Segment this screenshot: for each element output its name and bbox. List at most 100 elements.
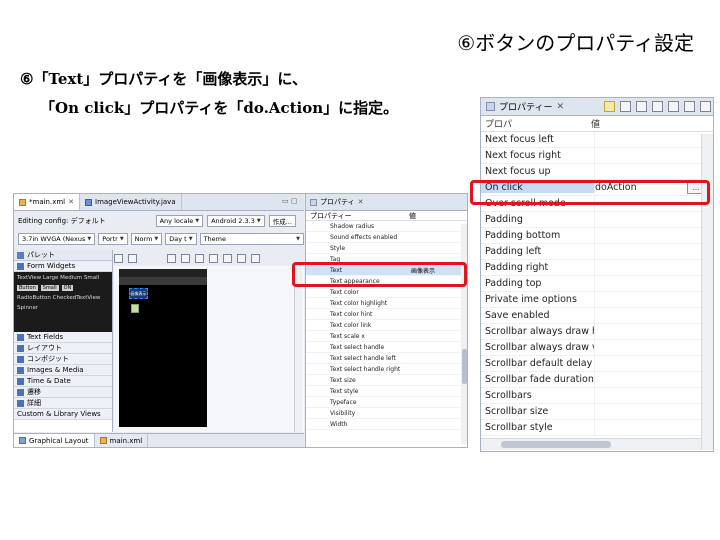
categories-icon[interactable] <box>604 101 615 112</box>
selected-button-widget[interactable]: 画像表示 <box>129 288 148 299</box>
palette-group-advanced[interactable]: 詳細 <box>14 398 112 409</box>
property-row[interactable]: Scrollbar fade duration <box>481 371 713 388</box>
palette-group-time-date[interactable]: Time & Date <box>14 376 112 387</box>
property-row[interactable]: Visibility <box>306 408 467 419</box>
property-row[interactable]: Padding right <box>481 259 713 276</box>
property-row[interactable]: Scrollbar always draw ve <box>481 339 713 356</box>
device-select[interactable]: 3.7in WVGA (Nexus ▼ <box>18 233 96 245</box>
property-row[interactable]: Padding top <box>481 275 713 292</box>
palette-group-layouts[interactable]: レイアウト <box>14 343 112 354</box>
property-row[interactable]: Text color highlight <box>306 298 467 309</box>
palette-group-form-widgets[interactable]: Form Widgets <box>14 261 112 272</box>
locale-select[interactable]: Any locale ▼ <box>155 215 204 227</box>
image-view-widget[interactable] <box>131 304 139 313</box>
property-row[interactable]: Padding left <box>481 243 713 260</box>
property-row[interactable]: Scrollbar always draw ho <box>481 323 713 340</box>
layout-canvas[interactable]: 画像表示 <box>114 266 304 432</box>
property-value[interactable] <box>594 147 713 164</box>
night-mode-select[interactable]: Norm ▼ <box>130 233 163 245</box>
widget-radio-sample[interactable]: RadioButton CheckedTextView <box>17 295 100 301</box>
property-value[interactable] <box>594 307 713 324</box>
property-value[interactable] <box>594 275 713 292</box>
palette-group-transitions[interactable]: 遷移 <box>14 387 112 398</box>
property-row[interactable]: Text size <box>306 375 467 386</box>
theme-select[interactable]: Theme ▼ <box>199 233 304 245</box>
zoom-fit-icon[interactable] <box>237 253 246 263</box>
close-icon[interactable]: ✕ <box>68 198 74 206</box>
fill-height-icon[interactable] <box>195 253 204 263</box>
layout-icon[interactable] <box>114 253 123 263</box>
palette-group-composite[interactable]: コンポジット <box>14 354 112 365</box>
tab-graphical-layout[interactable]: Graphical Layout <box>14 434 95 447</box>
target-select[interactable]: Android 2.3.3 ▼ <box>207 215 265 227</box>
property-value[interactable] <box>594 227 713 244</box>
property-value[interactable] <box>594 371 713 388</box>
filter-icon[interactable] <box>620 101 631 112</box>
property-value[interactable] <box>594 291 713 308</box>
create-config-button[interactable]: 作成... <box>268 215 296 227</box>
widget-toggle-button[interactable]: ON <box>61 285 74 291</box>
property-row[interactable]: Sound effects enabled <box>306 232 467 243</box>
palette-group-custom-library[interactable]: Custom & Library Views <box>14 409 112 420</box>
property-row[interactable]: Scrollbars <box>481 387 713 404</box>
zoom-out-icon[interactable] <box>209 253 218 263</box>
maximize-icon[interactable] <box>700 101 711 112</box>
widget-small-button[interactable]: Small <box>40 285 59 291</box>
property-row[interactable]: Text scale x <box>306 331 467 342</box>
advanced-icon[interactable] <box>636 101 647 112</box>
property-row[interactable]: Private ime options <box>481 291 713 308</box>
refresh-icon[interactable] <box>251 253 260 263</box>
property-row[interactable]: Scrollbar size <box>481 403 713 420</box>
close-icon[interactable]: ✕ <box>556 102 564 112</box>
property-value[interactable] <box>594 243 713 260</box>
property-row[interactable]: Text color hint <box>306 309 467 320</box>
property-row[interactable]: Scrollbar style <box>481 419 713 436</box>
tab-main-xml[interactable]: main.xml <box>95 434 149 447</box>
property-row[interactable]: Width <box>306 419 467 430</box>
property-row[interactable]: Shadow radius <box>306 221 467 232</box>
property-row[interactable]: Text style <box>306 386 467 397</box>
scrollbar-thumb[interactable] <box>501 441 611 448</box>
property-row[interactable]: Text color <box>306 287 467 298</box>
property-value[interactable] <box>594 339 713 356</box>
property-value[interactable] <box>594 323 713 340</box>
property-value[interactable] <box>594 211 713 228</box>
property-value[interactable] <box>594 355 713 372</box>
palette-group-images-media[interactable]: Images & Media <box>14 365 112 376</box>
align-icon[interactable] <box>167 253 176 263</box>
canvas-scrollbar[interactable] <box>294 266 302 432</box>
property-value[interactable] <box>594 419 713 436</box>
properties-scrollbar[interactable] <box>461 224 467 444</box>
property-row[interactable]: Text select handle left <box>306 353 467 364</box>
property-value[interactable] <box>594 131 713 148</box>
widget-button[interactable]: Button <box>17 285 38 291</box>
property-row[interactable]: Text select handle right <box>306 364 467 375</box>
property-row[interactable]: Padding <box>481 211 713 228</box>
widget-spinner-sample[interactable]: Spinner <box>17 305 38 311</box>
property-value[interactable] <box>594 163 713 180</box>
orientation-select[interactable]: Portr ▼ <box>98 233 128 245</box>
grid-icon[interactable] <box>128 253 137 263</box>
property-row[interactable]: Style <box>306 243 467 254</box>
property-row[interactable]: Next focus up <box>481 163 713 180</box>
property-row[interactable]: Typeface <box>306 397 467 408</box>
property-value[interactable] <box>594 259 713 276</box>
fill-width-icon[interactable] <box>181 253 190 263</box>
property-row[interactable]: Next focus left <box>481 131 713 148</box>
close-icon[interactable]: ✕ <box>358 198 364 206</box>
restore-default-icon[interactable] <box>652 101 663 112</box>
property-row[interactable]: Next focus right <box>481 147 713 164</box>
editor-tab-java[interactable]: ImageViewActivity.java <box>80 194 182 210</box>
palette-group-text-fields[interactable]: Text Fields <box>14 332 112 343</box>
property-value[interactable] <box>594 387 713 404</box>
minimize-icon[interactable] <box>684 101 695 112</box>
property-row[interactable]: Scrollbar default delay be <box>481 355 713 372</box>
zoom-in-icon[interactable] <box>223 253 232 263</box>
editor-tab-main-xml[interactable]: *main.xml ✕ <box>14 194 80 210</box>
property-row[interactable]: Save enabled <box>481 307 713 324</box>
property-row[interactable]: Text select handle <box>306 342 467 353</box>
dock-select[interactable]: Day t ▼ <box>165 233 197 245</box>
property-row[interactable]: Padding bottom <box>481 227 713 244</box>
view-menu-icon[interactable] <box>668 101 679 112</box>
scrollbar-thumb[interactable] <box>462 349 467 384</box>
